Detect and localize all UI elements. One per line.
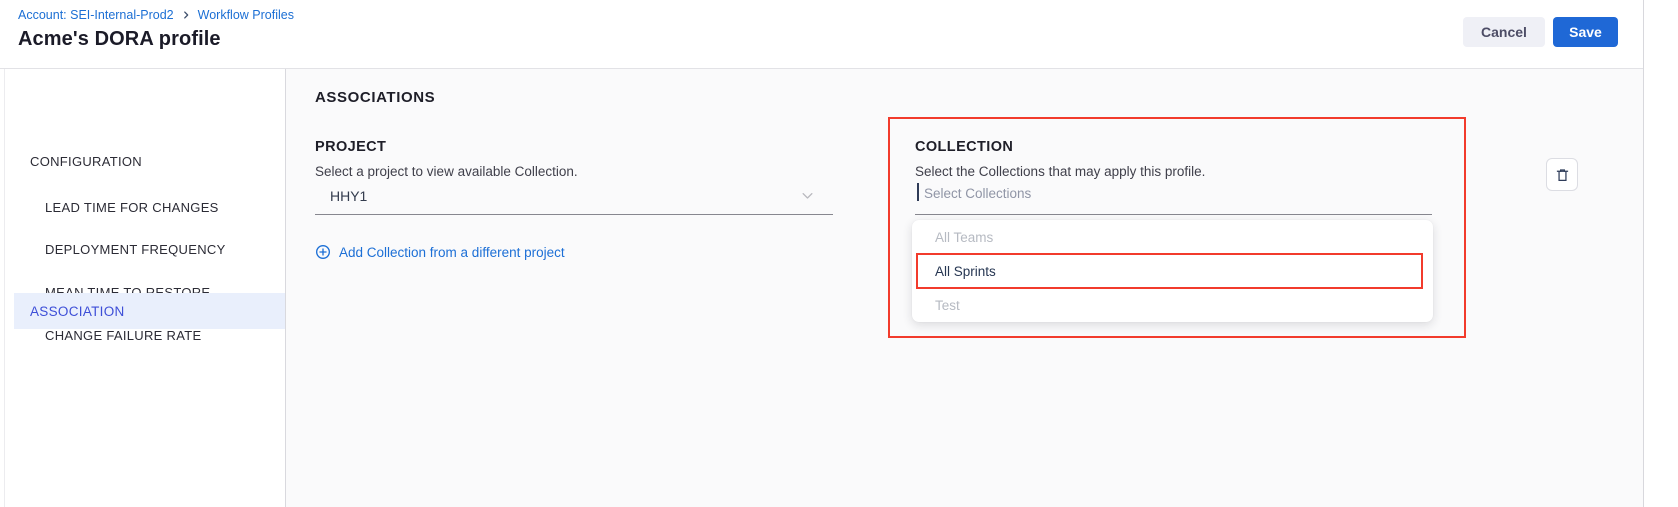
add-collection-link-label: Add Collection from a different project	[339, 245, 565, 260]
project-group-description: Select a project to view available Colle…	[315, 164, 578, 179]
collection-group-description: Select the Collections that may apply th…	[915, 164, 1205, 179]
project-group-title: PROJECT	[315, 139, 386, 155]
sidebar-divider	[285, 69, 286, 507]
delete-collection-button[interactable]	[1546, 158, 1578, 191]
sidebar-item-lead-time-for-changes[interactable]: LEAD TIME FOR CHANGES	[45, 200, 219, 216]
associations-section-title: ASSOCIATIONS	[315, 89, 435, 106]
trash-icon	[1555, 167, 1570, 183]
collection-group-title: COLLECTION	[915, 139, 1013, 155]
project-select-value[interactable]: HHY1	[330, 188, 367, 204]
collections-dropdown: All Teams All Sprints Test	[912, 220, 1433, 322]
sidebar-item-deployment-frequency[interactable]: DEPLOYMENT FREQUENCY	[45, 242, 226, 258]
sidebar-item-association-label: ASSOCIATION	[30, 304, 125, 319]
app-window: Account: SEI-Internal-Prod2 Workflow Pro…	[0, 0, 1678, 507]
dropdown-option-all-sprints[interactable]: All Sprints	[912, 254, 1433, 288]
sidebar-item-association[interactable]: ASSOCIATION	[14, 293, 285, 329]
cancel-button[interactable]: Cancel	[1463, 17, 1545, 47]
breadcrumb-account-link[interactable]: Account: SEI-Internal-Prod2	[18, 8, 174, 22]
breadcrumb: Account: SEI-Internal-Prod2 Workflow Pro…	[18, 8, 294, 22]
dropdown-option-test[interactable]: Test	[912, 288, 1433, 322]
chevron-down-icon[interactable]	[800, 188, 815, 208]
dropdown-option-all-teams[interactable]: All Teams	[912, 220, 1433, 254]
plus-circle-icon	[315, 244, 331, 260]
sidebar: CONFIGURATION LEAD TIME FOR CHANGES DEPL…	[5, 69, 285, 507]
save-button[interactable]: Save	[1553, 17, 1618, 47]
breadcrumb-page-link[interactable]: Workflow Profiles	[198, 8, 294, 22]
add-collection-link[interactable]: Add Collection from a different project	[315, 244, 565, 260]
chevron-right-icon	[181, 10, 191, 20]
right-frame-border	[1643, 0, 1644, 507]
text-caret	[917, 183, 919, 201]
project-select-underline	[315, 214, 833, 215]
collections-select-underline	[915, 214, 1432, 215]
sidebar-item-change-failure-rate[interactable]: CHANGE FAILURE RATE	[45, 328, 201, 344]
sidebar-item-configuration[interactable]: CONFIGURATION	[30, 154, 142, 170]
collections-select-input[interactable]: Select Collections	[924, 186, 1031, 201]
page-title: Acme's DORA profile	[18, 28, 221, 51]
